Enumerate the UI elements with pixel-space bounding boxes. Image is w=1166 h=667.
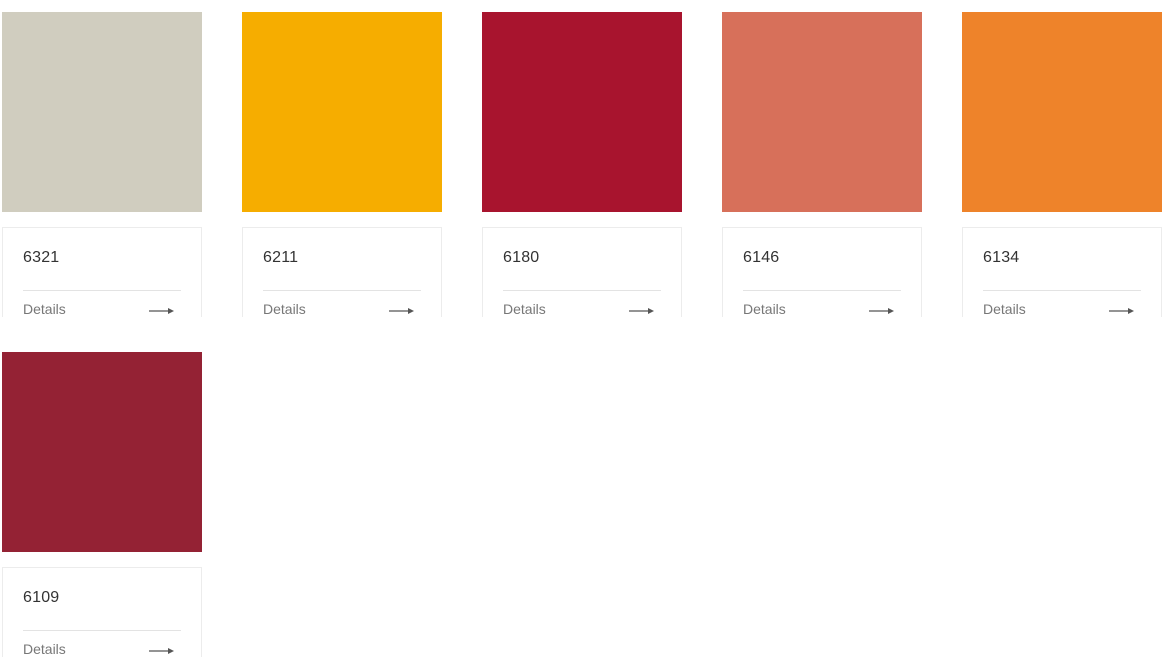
product-card: 6180 Details <box>482 12 682 317</box>
product-card: 6109 Details <box>2 352 202 657</box>
long-right-arrow-icon <box>869 308 894 314</box>
details-link[interactable]: Details <box>23 641 181 661</box>
details-label: Details <box>23 641 66 657</box>
color-swatch[interactable] <box>242 12 442 212</box>
details-label: Details <box>263 301 306 317</box>
product-info: 6180 Details <box>482 227 682 317</box>
product-info: 6134 Details <box>962 227 1162 317</box>
long-right-arrow-icon <box>1109 308 1134 314</box>
divider <box>743 290 901 291</box>
product-card: 6146 Details <box>722 12 922 317</box>
color-swatch[interactable] <box>2 352 202 552</box>
color-swatch[interactable] <box>2 12 202 212</box>
details-label: Details <box>983 301 1026 317</box>
details-link[interactable]: Details <box>503 301 661 321</box>
product-info: 6109 Details <box>2 567 202 657</box>
color-swatch[interactable] <box>722 12 922 212</box>
divider <box>983 290 1141 291</box>
details-label: Details <box>23 301 66 317</box>
product-info: 6211 Details <box>242 227 442 317</box>
product-card: 6211 Details <box>242 12 442 317</box>
divider <box>23 630 181 631</box>
color-swatch[interactable] <box>962 12 1162 212</box>
details-link[interactable]: Details <box>983 301 1141 321</box>
details-link[interactable]: Details <box>263 301 421 321</box>
color-swatch[interactable] <box>482 12 682 212</box>
details-link[interactable]: Details <box>23 301 181 321</box>
product-card: 6134 Details <box>962 12 1162 317</box>
divider <box>503 290 661 291</box>
long-right-arrow-icon <box>629 308 654 314</box>
product-code: 6134 <box>983 249 1020 266</box>
long-right-arrow-icon <box>389 308 414 314</box>
product-card: 6321 Details <box>2 12 202 317</box>
product-info: 6321 Details <box>2 227 202 317</box>
product-code: 6146 <box>743 249 780 266</box>
divider <box>23 290 181 291</box>
product-info: 6146 Details <box>722 227 922 317</box>
product-code: 6211 <box>263 249 299 266</box>
details-link[interactable]: Details <box>743 301 901 321</box>
details-label: Details <box>743 301 786 317</box>
product-code: 6321 <box>23 249 60 266</box>
product-code: 6180 <box>503 249 540 266</box>
product-code: 6109 <box>23 589 60 606</box>
long-right-arrow-icon <box>149 308 174 314</box>
product-grid: 6321 Details 6211 Details 6180 Details 6… <box>0 0 1166 667</box>
long-right-arrow-icon <box>149 648 174 654</box>
details-label: Details <box>503 301 546 317</box>
divider <box>263 290 421 291</box>
